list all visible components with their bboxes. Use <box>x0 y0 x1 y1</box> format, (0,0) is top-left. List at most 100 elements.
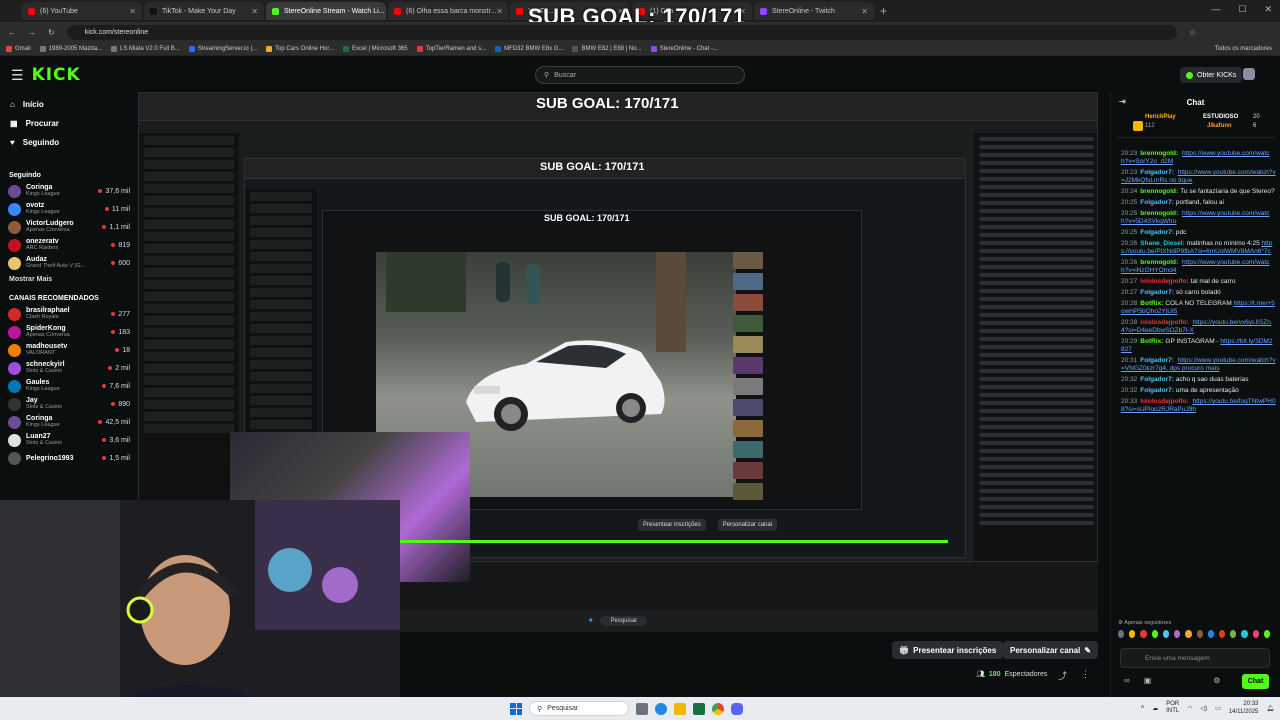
browser-tab[interactable]: StereOnline - Twitch ✕ <box>754 2 874 20</box>
channel-item[interactable]: Jay Slots & Casino 890 <box>0 395 138 413</box>
sidebar-item-seguindo[interactable]: ♥ Seguindo <box>0 133 138 152</box>
taskbar-search-input[interactable]: ⚲ Pesquisar <box>529 701 629 716</box>
new-tab-icon[interactable]: + <box>880 4 887 18</box>
chat-username[interactable]: brennogold: <box>1140 150 1178 157</box>
chat-username[interactable]: Folgador7: <box>1140 357 1174 364</box>
discord-icon[interactable] <box>731 702 743 715</box>
emote-icon[interactable] <box>1185 630 1192 638</box>
close-tab-icon[interactable]: ✕ <box>496 7 503 16</box>
chat-username[interactable]: Folgador7: <box>1140 376 1174 383</box>
back-icon[interactable]: ← <box>8 28 16 37</box>
gift-icon[interactable]: ▣ <box>1144 676 1152 685</box>
channel-item[interactable]: madhousetv VALORANT 18 <box>0 341 138 359</box>
spreadsheet-icon[interactable] <box>693 702 705 715</box>
chat-username[interactable]: lololosdejpolfo: <box>1140 319 1188 326</box>
close-tab-icon[interactable]: ✕ <box>129 7 136 16</box>
channel-item[interactable]: VictorLudgero Apenas Conversa 1,1 mil <box>0 218 138 236</box>
emote-icon[interactable] <box>1207 630 1214 638</box>
bookmark-item[interactable]: Excel | Microsoft 365 <box>343 45 408 52</box>
chat-username[interactable]: Shane_Diesel: <box>1140 240 1184 247</box>
cloud-icon[interactable]: ☁ <box>1152 705 1158 712</box>
emote-icon[interactable] <box>1252 630 1259 638</box>
chat-username[interactable]: Folgador7: <box>1140 169 1174 176</box>
emote-icon[interactable] <box>1140 630 1147 638</box>
channel-item[interactable]: Luan27 Slots & Casino 3,6 mil <box>0 431 138 449</box>
close-tab-icon[interactable]: ✕ <box>861 7 868 16</box>
browser-tab[interactable]: StereOnline Stream - Watch Li...✕ <box>266 2 386 20</box>
emote-icon[interactable] <box>1263 630 1271 638</box>
show-more-button[interactable]: Mostrar Mais <box>0 272 138 287</box>
bookmark-item[interactable]: MFD32 BMW E8x G... <box>495 45 563 52</box>
emote-icon[interactable] <box>1151 630 1158 638</box>
avatar[interactable] <box>1243 68 1255 80</box>
sidebar-item-inicio[interactable]: ⌂ Início <box>0 95 138 114</box>
obter-kicks-button[interactable]: Obter KICKs <box>1180 67 1243 83</box>
chat-input[interactable]: Envie uma mensagem <box>1120 648 1270 668</box>
browser-tab[interactable]: (6) Olha essa barca monstr... ✕ <box>388 2 508 20</box>
settings-icon[interactable]: ⚙ <box>1213 676 1220 685</box>
emote-icon[interactable] <box>1230 630 1237 638</box>
channel-item[interactable]: Gaules Kings League 7,6 mil <box>0 377 138 395</box>
chat-username[interactable]: Folgador7: <box>1140 387 1174 394</box>
channel-item[interactable]: ovotz Kings League 11 mil <box>0 200 138 218</box>
customize-channel-button[interactable]: Personalizar canal ✎ <box>1003 641 1098 659</box>
star-icon[interactable]: ☆ <box>1189 28 1196 37</box>
windows-icon[interactable] <box>510 702 522 715</box>
bookmark-item[interactable]: TopTierRamen and s... <box>416 45 486 52</box>
emote-icon[interactable] <box>1196 630 1203 638</box>
emote-icon[interactable] <box>1218 630 1226 638</box>
chevron-up-icon[interactable]: ˄ <box>1141 705 1145 711</box>
channel-item[interactable]: Audaz Grand Theft Auto V (G... 600 <box>0 254 138 272</box>
close-tab-icon[interactable]: ✕ <box>385 7 387 16</box>
url-field[interactable]: kick.com/stereonline <box>66 24 1177 40</box>
kicks-icon[interactable]: ∞ <box>1124 676 1130 685</box>
browser-tab[interactable]: TikTok - Make Your Day ✕ <box>144 2 264 20</box>
minimize-icon[interactable]: — <box>1211 4 1220 15</box>
bookmark-item[interactable]: BMW E82 | E88 | No... <box>572 45 642 52</box>
bookmark-item[interactable]: StereOnline - Chat -... <box>650 45 718 52</box>
channel-item[interactable]: Coringa Kings League 37,6 mil <box>0 182 138 200</box>
chat-username[interactable]: lololosdejpolfo: <box>1140 398 1188 405</box>
kick-logo[interactable]: KICK <box>32 65 81 85</box>
channel-item[interactable]: SpiderKong Apenas Conversa 183 <box>0 323 138 341</box>
language-indicator[interactable]: POR INTL <box>1166 701 1179 715</box>
bookmark-item[interactable]: Top Cars Online Hor... <box>266 45 334 52</box>
volume-icon[interactable]: ◁) <box>1200 705 1207 712</box>
channel-item[interactable]: Pelegrino1993 1,5 mil <box>0 449 138 467</box>
chat-username[interactable]: BotRix: <box>1140 300 1163 307</box>
share-icon[interactable]: ⤴ <box>1058 669 1067 682</box>
bookmark-item[interactable]: 1989-2005 Mazda... <box>39 45 102 52</box>
reload-icon[interactable]: ↻ <box>48 28 55 37</box>
menu-icon[interactable]: ☰ <box>11 67 24 84</box>
chat-username[interactable]: Folgador7: <box>1140 199 1174 206</box>
collapse-chat-icon[interactable]: ⇥ <box>1119 97 1126 106</box>
wifi-icon[interactable]: ◠ <box>1187 705 1192 712</box>
send-chat-button[interactable]: Chat <box>1242 674 1269 689</box>
emote-icon[interactable] <box>1129 630 1136 638</box>
clock[interactable]: 20:33 14/11/2025 <box>1229 700 1259 716</box>
file-explorer-icon[interactable] <box>674 702 686 715</box>
emote-icon[interactable] <box>1241 630 1248 638</box>
search-input[interactable]: ⚲ Buscar <box>535 66 745 84</box>
maximize-icon[interactable]: ☐ <box>1238 4 1246 15</box>
chat-username[interactable]: Folgador7: <box>1140 229 1174 236</box>
more-icon[interactable]: ⋮ <box>1081 669 1090 682</box>
channel-item[interactable]: brasilraphael Clash Royale 277 <box>0 305 138 323</box>
bookmark-item[interactable]: Gmail <box>6 45 31 52</box>
edge-icon[interactable] <box>655 702 667 715</box>
channel-item[interactable]: onezeratv ARC Raiders 819 <box>0 236 138 254</box>
emote-icon[interactable] <box>1174 630 1181 638</box>
task-view-icon[interactable] <box>636 702 648 715</box>
browser-tab[interactable]: (6) YouTube ✕ <box>22 2 142 20</box>
present-subs-button[interactable]: 🎁︎ Presentear inscrições <box>892 641 1004 659</box>
all-bookmarks-button[interactable]: Todos os marcadores <box>1215 46 1280 52</box>
battery-icon[interactable]: ▭ <box>1215 705 1221 712</box>
forward-icon[interactable]: → <box>28 28 36 37</box>
chat-username[interactable]: lololosdejpolfo: <box>1140 278 1188 285</box>
bookmark-item[interactable]: LS Miata V2.0 Full B... <box>111 45 180 52</box>
emote-icon[interactable] <box>1118 630 1125 638</box>
chat-username[interactable]: Folgador7: <box>1140 289 1174 296</box>
chat-username[interactable]: BotRix: <box>1140 338 1163 345</box>
notification-icon[interactable]: 🔔︎ <box>1266 705 1274 712</box>
bookmark-item[interactable]: StreamingServer.io |... <box>188 45 257 52</box>
